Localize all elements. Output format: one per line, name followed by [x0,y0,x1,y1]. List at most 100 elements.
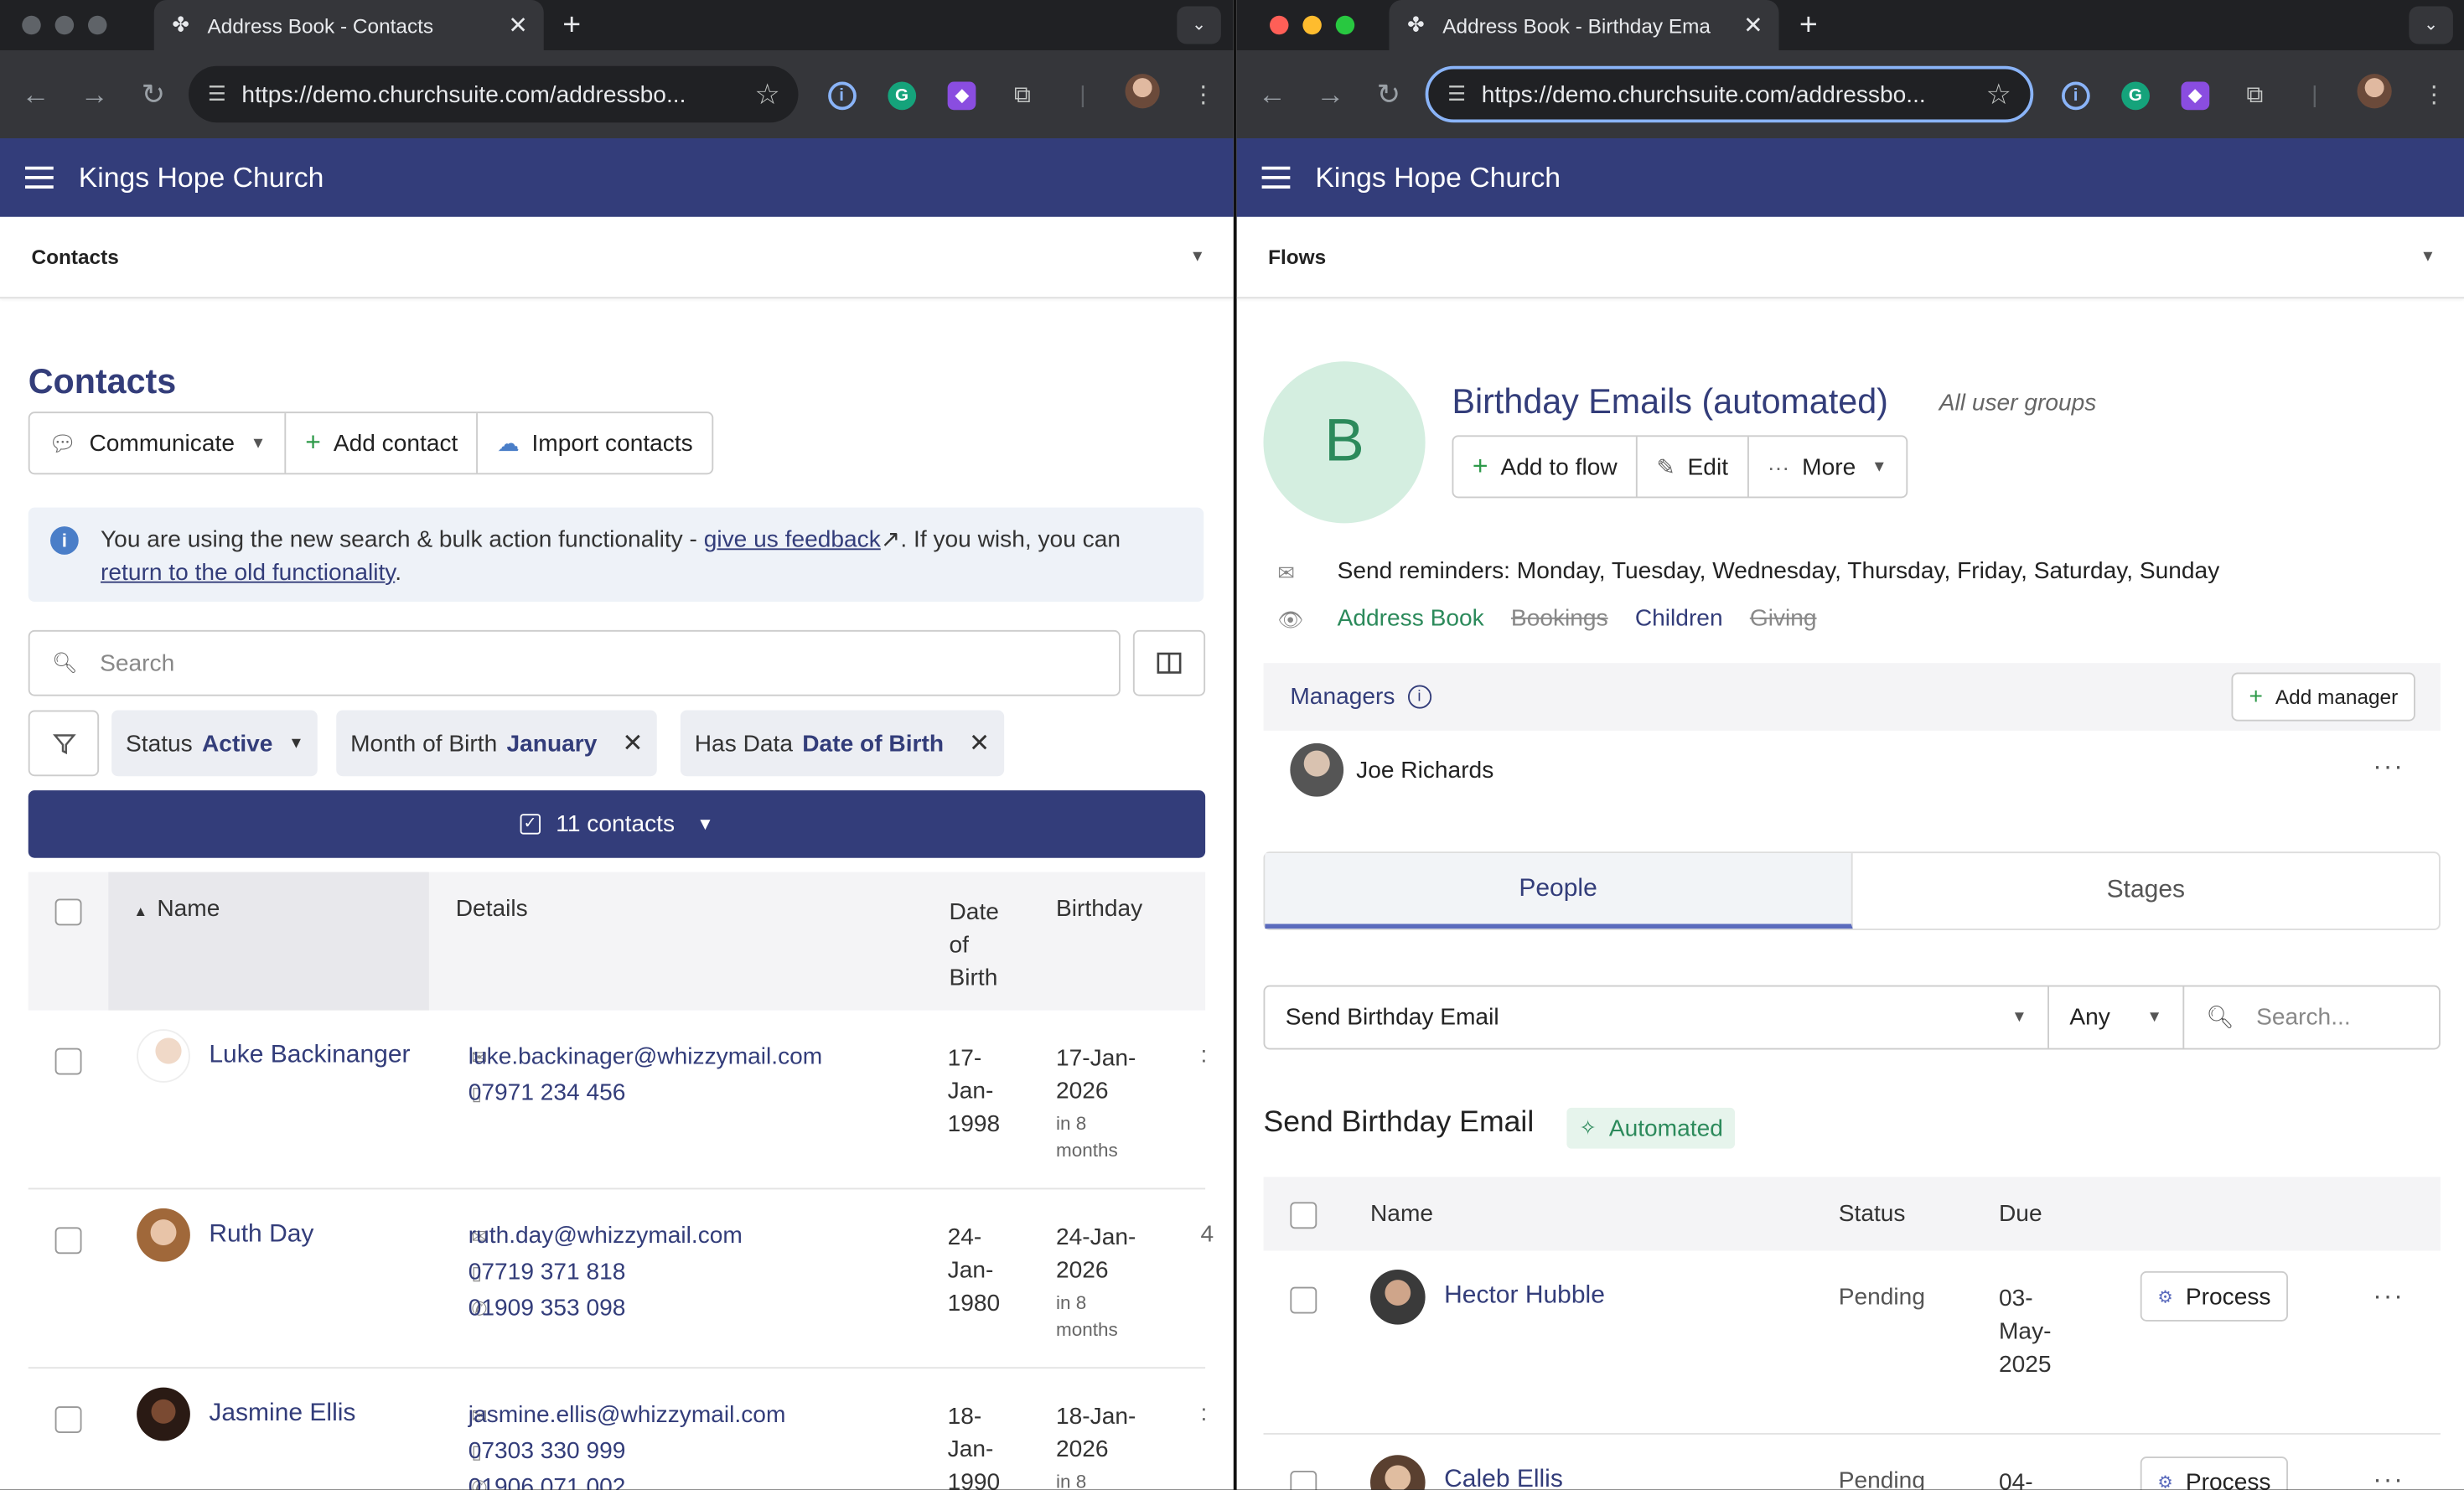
reload-icon[interactable]: ↻ [1359,78,1417,111]
new-tab-button[interactable]: + [562,9,581,41]
profile-avatar[interactable] [1113,74,1173,115]
filter-button[interactable] [28,710,100,777]
remove-filter-icon[interactable]: ✕ [969,727,990,759]
module-nav-dropdown[interactable]: Contacts ▼ [0,217,1234,299]
window-zoom-button[interactable] [88,15,107,35]
name-column-header[interactable]: ▲ Name [108,872,429,1011]
address-bar[interactable]: ☰ https://demo.churchsuite.com/addressbo… [189,65,800,123]
communicate-button[interactable]: 💬︎ Communicate ▼ [30,413,287,473]
table-row[interactable]: Jasmine Ellis ✉ jasmine.ellis@whizzymail… [28,1368,1207,1490]
extension-icon[interactable]: ◆ [932,80,992,110]
feedback-link[interactable]: give us feedback [704,526,881,553]
email-link[interactable]: luke.backinager@whizzymail.com [468,1043,822,1070]
browser-tab[interactable]: ✤ Address Book - Contacts ✕ [153,0,544,50]
mobile-link[interactable]: 07971 234 456 [468,1079,626,1106]
old-functionality-link[interactable]: return to the old functionality [101,560,395,587]
process-button[interactable]: ⚙ Process [2140,1456,2289,1490]
window-close-button[interactable] [22,15,41,35]
status-select[interactable]: Any ▼ [2049,986,2185,1048]
bookmark-star-icon[interactable]: ☆ [1986,78,2011,111]
select-all-checkbox[interactable] [1290,1202,1317,1229]
filter-chip-has-data[interactable]: Has Data Date of Birth ✕ [680,710,1005,777]
add-manager-button[interactable]: + Add manager [2231,672,2415,722]
browser-tab[interactable]: ✤ Address Book - Birthday Ema ✕ [1389,0,1779,50]
email-link[interactable]: ruth.day@whizzymail.com [468,1223,743,1249]
window-close-button[interactable] [1270,15,1289,35]
menu-hamburger-icon[interactable] [1261,160,1291,194]
columns-toggle-button[interactable] [1132,629,1206,696]
person-name-link[interactable]: Hector Hubble [1444,1282,1605,1311]
info-icon[interactable]: i [1407,685,1431,709]
extensions-puzzle-icon[interactable]: ⧉ [992,81,1053,108]
filter-chip-month-of-birth[interactable]: Month of Birth January ✕ [336,710,658,777]
filter-chip-status[interactable]: Status Active ▼ [111,710,318,777]
mobile-link[interactable]: 07719 371 818 [468,1259,626,1286]
select-all-checkbox[interactable] [54,898,82,926]
row-checkbox[interactable] [54,1227,82,1255]
browser-menu-icon[interactable]: ⋮ [2404,80,2464,109]
add-to-flow-button[interactable]: + Add to flow [1453,437,1638,497]
row-checkbox[interactable] [1290,1286,1317,1314]
search-input[interactable]: 🔍︎ Search [28,629,1121,696]
dob-part: 1980 [947,1290,1001,1317]
tab-stages[interactable]: Stages [1853,853,2439,929]
window-zoom-button[interactable] [1335,15,1355,35]
window-minimize-button[interactable] [54,15,75,35]
browser-menu-icon[interactable]: ⋮ [1173,80,1234,109]
process-button[interactable]: ⚙ Process [2140,1270,2289,1322]
password-manager-icon[interactable]: i [2046,80,2105,110]
menu-hamburger-icon[interactable] [25,160,54,194]
email-link[interactable]: jasmine.ellis@whizzymail.com [468,1402,786,1429]
contact-name-link[interactable]: Luke Backinanger [209,1042,410,1070]
forward-icon[interactable]: → [65,78,124,111]
new-tab-button[interactable]: + [1799,9,1818,41]
window-minimize-button[interactable] [1302,15,1322,35]
module-nav-dropdown[interactable]: Flows ▼ [1236,217,2464,299]
person-name-link[interactable]: Caleb Ellis [1444,1466,1563,1489]
table-row[interactable]: Ruth Day ✉ ruth.day@whizzymail.com ▯ 077… [28,1189,1214,1369]
remove-filter-icon[interactable]: ✕ [622,727,643,759]
bookmark-star-icon[interactable]: ☆ [754,78,779,111]
contact-name-link[interactable]: Jasmine Ellis [209,1400,355,1429]
contact-name-link[interactable]: Ruth Day [209,1221,313,1249]
extension-icon[interactable]: ◆ [2166,80,2225,110]
table-row[interactable]: Luke Backinanger ✉ luke.backinager@whizz… [28,1011,1207,1190]
stage-select[interactable]: Send Birthday Email ▼ [1265,986,2049,1048]
table-row[interactable]: Caleb Ellis Pending 04- ⚙ Process ··· [1264,1435,2441,1490]
forward-icon[interactable]: → [1302,78,1359,111]
address-bar[interactable]: ☰ https://demo.churchsuite.com/addressbo… [1425,65,2034,123]
row-options-icon[interactable]: ··· [2373,1280,2404,1312]
tab-close-icon[interactable]: ✕ [1743,11,1763,39]
phone-link[interactable]: 01906 071 002 [468,1474,626,1490]
row-checkbox[interactable] [1290,1471,1317,1490]
people-search-input[interactable]: 🔍︎ Search... [2184,987,2439,1048]
edit-button[interactable]: ✎ Edit [1638,437,1749,497]
site-info-icon[interactable]: ☰ [208,82,226,107]
tab-search-button[interactable]: ⌄ [1177,6,1221,44]
back-icon[interactable]: ← [1243,78,1301,111]
reload-icon[interactable]: ↻ [124,78,183,111]
row-options-icon[interactable]: ··· [2373,1465,2404,1490]
dob-column-header[interactable]: Date of Birth [950,896,999,995]
table-row[interactable]: Hector Hubble Pending 03- May- 2025 ⚙ Pr… [1263,1251,2441,1435]
more-button[interactable]: ··· More ▼ [1748,437,1906,496]
mobile-link[interactable]: 07303 330 999 [468,1438,626,1465]
import-contacts-button[interactable]: ☁ Import contacts [479,413,712,473]
tab-people[interactable]: People [1265,853,1853,929]
extensions-puzzle-icon[interactable]: ⧉ [2225,81,2285,108]
phone-link[interactable]: 01909 353 098 [468,1295,626,1322]
add-contact-button[interactable]: + Add contact [287,413,479,473]
password-manager-icon[interactable]: i [811,80,872,110]
manager-options-icon[interactable]: ··· [2373,751,2404,783]
birthday-column-header[interactable]: Birthday [1056,896,1142,923]
row-checkbox[interactable] [54,1048,82,1075]
grammarly-icon[interactable]: G [2105,80,2165,110]
back-icon[interactable]: ← [7,78,65,111]
row-checkbox[interactable] [54,1406,82,1433]
bulk-selection-bar[interactable]: ✓ 11 contacts ▼ [28,790,1206,858]
tab-close-icon[interactable]: ✕ [508,11,528,39]
profile-avatar[interactable] [2344,74,2404,115]
tab-search-button[interactable]: ⌄ [2409,6,2453,44]
site-info-icon[interactable]: ☰ [1447,82,1466,107]
grammarly-icon[interactable]: G [872,80,932,110]
